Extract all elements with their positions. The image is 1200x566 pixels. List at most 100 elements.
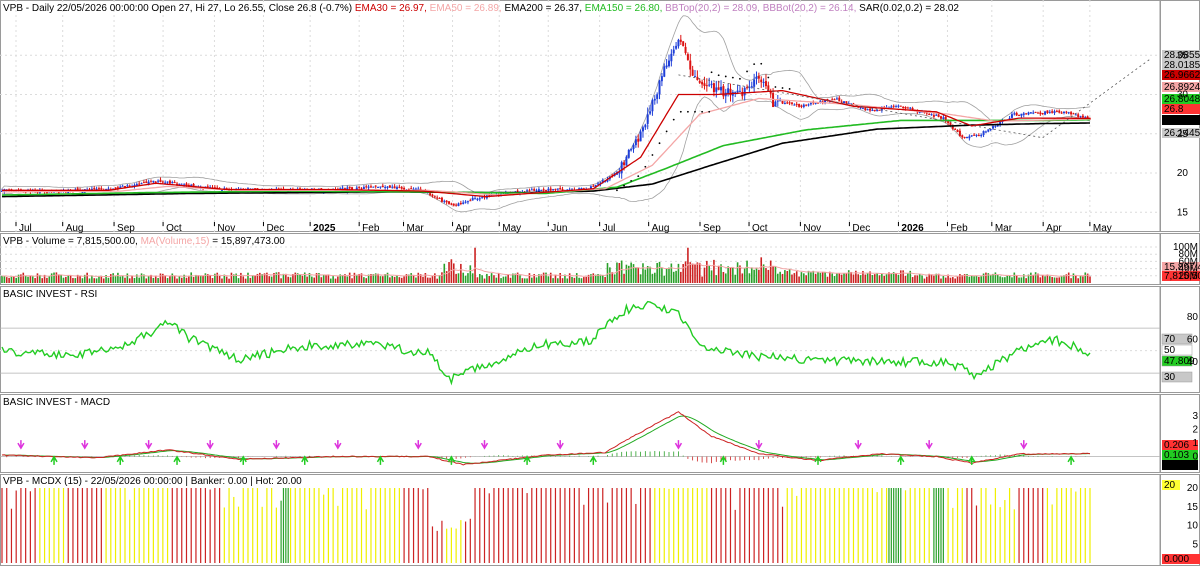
volume-bar [282,273,285,283]
mcdx-bar [857,488,859,563]
volume-bar [996,275,999,283]
volume-bar [952,277,954,283]
mcdx-bar [602,488,604,563]
volume-bar [784,270,786,283]
mcdx-bar [278,488,280,563]
mcdx-bar [1011,488,1013,563]
volume-bar [609,267,611,283]
macd-histogram-bar [455,456,457,459]
mcdx-bar [843,488,845,563]
mcdx-bar [320,488,322,563]
mcdx-bar [815,488,817,563]
mcdx-bar [62,488,65,563]
mcdx-bar [245,494,247,563]
month-label-22: May [1093,223,1112,234]
mcdx-tick-label-3: 5 [1192,539,1198,550]
volume-bar [1079,275,1082,283]
candle-body [644,124,647,128]
volume-bar [568,273,571,283]
candle-body [393,186,396,189]
volume-bar [720,264,722,283]
volume-bar [523,278,526,283]
candle-body [121,185,124,187]
macd-histogram-bar [469,456,471,458]
candle-body [871,109,874,111]
month-label-11: Jun [551,223,567,234]
volume-bar [613,274,616,283]
mcdx-bar [682,488,684,563]
mcdx-bar [616,488,618,563]
volume-bar [180,277,183,283]
price-header: VPB - Daily 22/05/2026 00:00:00 Open 27,… [3,3,959,14]
macd-histogram-bar [994,455,996,457]
volume-bar [13,276,15,283]
mcdx-bar [571,488,573,563]
mcdx-bar [777,488,779,563]
candle-body [372,186,375,188]
volume-bar [240,272,242,283]
mcdx-bar [159,488,162,563]
mcdx-bar [966,488,968,563]
mcdx-bar [968,490,970,563]
macd-histogram-bar [678,451,679,457]
candle-body [975,134,978,136]
sar-dot [701,110,704,113]
mcdx-bar [701,488,703,563]
mcdx-bar [1068,488,1070,563]
volume-bar [306,276,308,283]
volume-bar [363,277,365,283]
mcdx-bar [105,488,107,563]
candle-body [1079,116,1082,118]
mcdx-bar [119,488,121,563]
candle-body [876,109,879,112]
candle-body [646,114,649,124]
candle-body [391,186,394,188]
mcdx-bar [876,492,878,563]
sar-dot [717,74,720,77]
mcdx-bar [249,488,251,563]
candle-body [968,136,971,139]
mcdx-bar [145,488,147,563]
mcdx-bar [590,488,592,563]
volume-bar [975,275,978,283]
volume-bar [663,275,666,283]
mcdx-bar [692,488,694,563]
volume-bar [124,277,126,283]
volume-bar [400,277,403,283]
mcdx-bar [765,488,767,563]
mcdx-bar [356,488,358,563]
volume-bar [131,275,133,283]
candle-body [351,187,354,190]
macd-histogram-bar [961,456,963,458]
candle-body [1020,113,1023,116]
volume-bar [762,264,765,283]
macd-histogram-bar [654,450,656,457]
candle-body [802,104,805,107]
mcdx-bar [1016,488,1018,563]
mcdx-bar [710,488,713,563]
candle-body [701,81,704,85]
macd-histogram-bar [753,456,755,460]
mcdx-bar [209,489,211,563]
volume-bar [852,274,855,283]
mcdx-bar [1046,488,1049,563]
volume-bar [999,276,1001,283]
volume-bar [452,263,455,283]
volume-bar [691,263,694,283]
volume-bar [74,278,77,283]
volume-bar [341,274,344,283]
mcdx-bar [88,488,91,563]
volume-bar [41,278,44,283]
volume-bar [684,261,687,283]
mcdx-bar [1023,488,1025,563]
macd-histogram-bar [200,456,202,458]
mcdx-bar [79,488,81,563]
volume-bar [138,277,140,283]
mcdx-bar [940,488,942,563]
volume-bar [793,273,796,283]
volume-bar [838,273,841,283]
volume-bar [911,277,914,283]
mcdx-bar [25,488,27,563]
volume-bar [230,272,233,283]
candle-body [1051,111,1054,113]
